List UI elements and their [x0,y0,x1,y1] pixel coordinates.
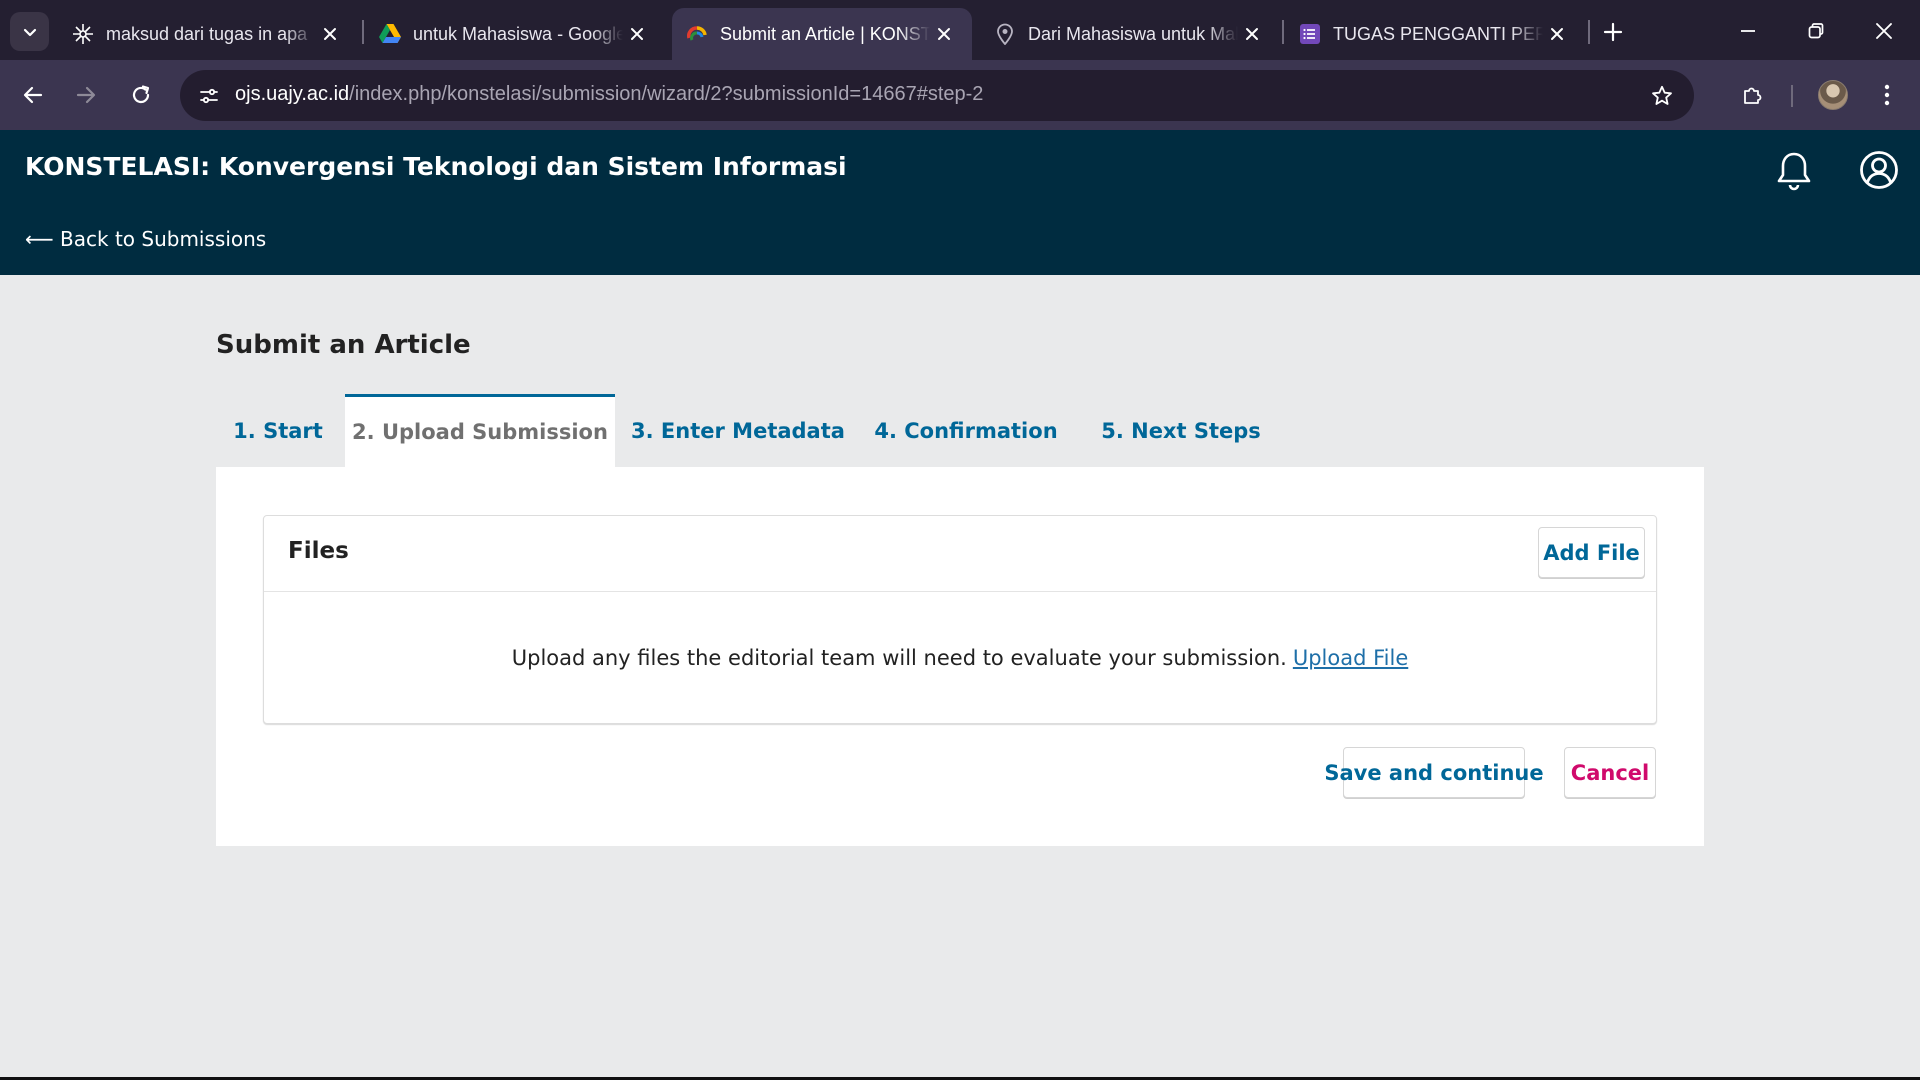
tab-title: TUGAS PENGGANTI PERTEMUAN [1333,23,1543,44]
profile-button[interactable] [1814,76,1852,114]
plus-icon [1603,22,1623,42]
site-info-button[interactable] [190,77,228,115]
close-window-button[interactable] [1866,14,1902,48]
back-button[interactable] [14,76,52,114]
puzzle-icon [1744,87,1762,104]
close-icon [938,28,950,40]
star-icon [1652,85,1672,105]
tab-upload-submission[interactable]: 2. Upload Submission [345,394,615,467]
address-bar[interactable]: ojs.uajy.ac.id/index.php/konstelasi/subm… [180,70,1694,121]
journal-title: KONSTELASI: Konvergensi Teknologi dan Si… [25,152,847,181]
back-to-submissions-link[interactable]: ⟵ Back to Submissions [25,227,266,251]
tab-close-button[interactable] [318,22,342,46]
files-empty-text: Upload any files the editorial team will… [511,646,1287,670]
site-header: KONSTELASI: Konvergensi Teknologi dan Si… [0,130,1920,275]
close-icon [324,28,336,40]
browser-tab-1[interactable]: maksud dari tugas in apa [58,8,358,60]
arrow-left-icon [23,86,43,104]
tab-close-button[interactable] [1240,22,1264,46]
location-pin-icon [994,23,1016,45]
user-circle-icon [1860,151,1898,189]
user-menu-button[interactable] [1857,148,1901,192]
close-icon [631,28,643,40]
arrow-right-icon [76,86,96,104]
forward-button[interactable] [67,76,105,114]
ojs-favicon-icon [686,23,708,45]
restore-button[interactable] [1798,14,1834,48]
save-and-continue-button[interactable]: Save and continue [1324,747,1544,798]
close-icon [1246,28,1258,40]
reload-button[interactable] [122,76,160,114]
browser-tab-3[interactable]: Submit an Article | KONSTELASI [672,8,972,60]
tab-close-button[interactable] [1545,22,1569,46]
files-title: Files [288,538,349,564]
tab-title: untuk Mahasiswa - Google Drive [413,23,623,44]
upload-file-link[interactable]: Upload File [1293,646,1408,670]
google-forms-icon [1299,23,1321,45]
bell-icon [1777,152,1811,191]
tune-icon [200,88,218,104]
chevron-down-icon [23,28,36,36]
bookmark-button[interactable] [1644,78,1680,114]
browser-tab-4[interactable]: Dari Mahasiswa untuk Mahasiswa [980,8,1280,60]
url-host: ojs.uajy.ac.id [235,83,350,105]
browser-toolbar: ojs.uajy.ac.id/index.php/konstelasi/subm… [0,60,1920,130]
url-path: /index.php/konstelasi/submission/wizard/… [349,83,984,105]
add-file-button[interactable]: Add File [1538,527,1645,578]
tab-next-steps[interactable]: 5. Next Steps [1096,394,1266,467]
upload-panel: Files Add File Upload any files the edit… [216,467,1704,846]
files-header: Files Add File [264,516,1656,592]
tab-separator [1282,20,1284,44]
restore-icon [1808,23,1824,39]
tab-enter-metadata[interactable]: 3. Enter Metadata [628,394,848,467]
notifications-button[interactable] [1773,150,1815,192]
minimize-button[interactable] [1730,14,1766,48]
tab-close-button[interactable] [932,22,956,46]
tab-close-button[interactable] [625,22,649,46]
extensions-button[interactable] [1734,76,1772,114]
minimize-icon [1741,30,1755,32]
browser-tab-strip: maksud dari tugas in apa untuk Mahasiswa… [0,0,1920,60]
close-icon [1876,23,1892,39]
cancel-button[interactable]: Cancel [1564,747,1656,798]
tab-title: maksud dari tugas in apa [106,23,308,44]
reload-icon [132,85,150,104]
new-tab-button[interactable] [1597,16,1629,48]
tab-title: Dari Mahasiswa untuk Mahasiswa [1028,23,1238,44]
files-empty-message: Upload any files the editorial team will… [264,592,1656,724]
browser-tab-5[interactable]: TUGAS PENGGANTI PERTEMUAN [1285,8,1585,60]
close-icon [1551,28,1563,40]
tab-separator [362,20,364,44]
tab-confirmation[interactable]: 4. Confirmation [866,394,1066,467]
pinwheel-favicon-icon [72,23,94,45]
page-title: Submit an Article [216,330,471,360]
tab-start[interactable]: 1. Start [216,394,340,467]
tab-search-button[interactable] [10,12,49,51]
toolbar-divider [1791,85,1793,107]
avatar [1818,80,1848,110]
url-text: ojs.uajy.ac.id/index.php/konstelasi/subm… [235,83,983,106]
files-grid: Files Add File Upload any files the edit… [263,515,1657,724]
more-vert-icon [1884,84,1890,106]
browser-menu-button[interactable] [1868,76,1906,114]
tab-separator [1588,20,1590,44]
google-drive-icon [379,23,401,45]
tab-title: Submit an Article | KONSTELASI [720,23,930,44]
browser-tab-2[interactable]: untuk Mahasiswa - Google Drive [365,8,665,60]
